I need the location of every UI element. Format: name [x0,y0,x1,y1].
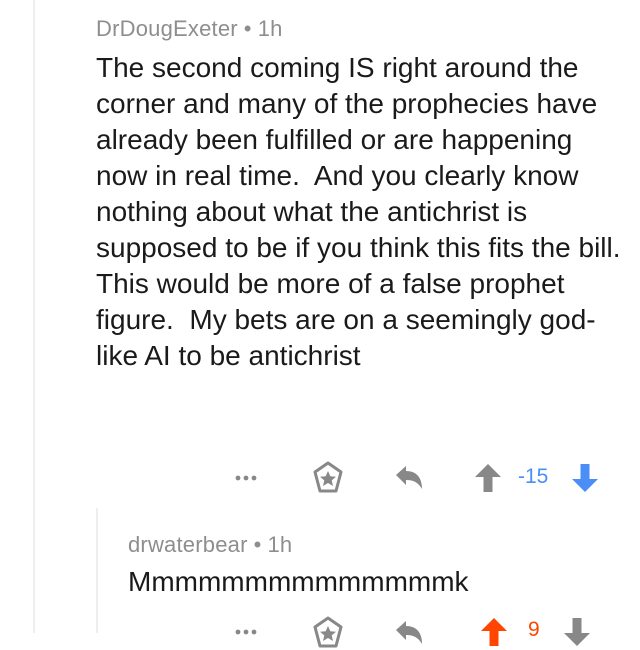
comment-age: 1h [267,532,293,557]
comment-age: 1h [257,16,283,41]
thread-line-nested [96,508,98,633]
star-icon[interactable] [311,461,345,495]
star-icon[interactable] [311,616,345,650]
more-icon[interactable] [232,624,264,640]
upvote-icon[interactable] [473,462,503,494]
author-name[interactable]: DrDougExeter [96,16,238,41]
meta-separator: • [253,532,262,557]
reply-icon[interactable] [392,617,426,649]
comment-body: The second coming IS right around the co… [96,52,636,371]
comment-meta: drwaterbear • 1h [128,532,292,558]
thread-line-outer [33,0,35,633]
comment-score: 9 [528,618,540,641]
more-icon[interactable] [232,470,264,486]
meta-separator: • [243,16,252,41]
author-name[interactable]: drwaterbear [128,532,248,557]
comment-meta: DrDougExeter • 1h [96,16,283,42]
comment-score: -15 [518,465,549,488]
reply-icon[interactable] [392,462,426,494]
downvote-icon[interactable] [562,616,592,648]
downvote-icon[interactable] [570,462,600,494]
comment-body: Mmmmmmmmmmmmmmk [128,566,469,597]
upvote-icon[interactable] [479,616,509,648]
